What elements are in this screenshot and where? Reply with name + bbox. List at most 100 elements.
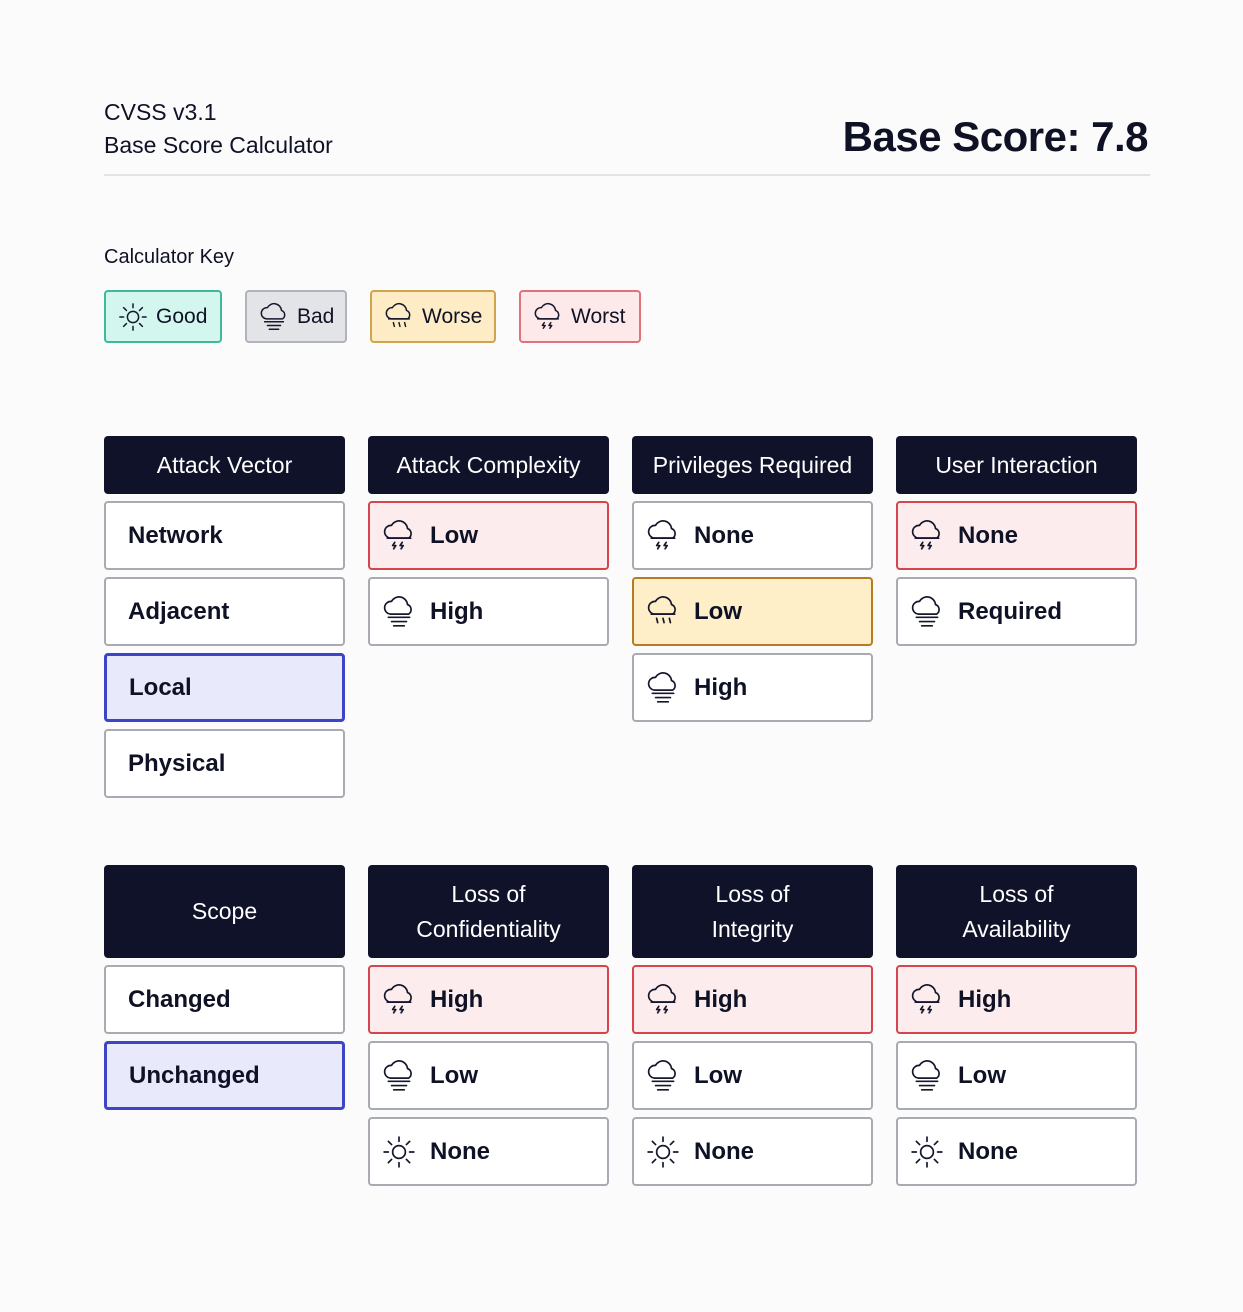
key-worse-label: Worse [422, 304, 483, 328]
option-none[interactable]: None [632, 501, 873, 570]
option-label: None [430, 1137, 490, 1165]
option-label: None [958, 1137, 1018, 1165]
option-label: High [430, 597, 484, 625]
metric-user-interaction: User Interaction None Required [896, 436, 1137, 646]
key-worse-chip: Worse [370, 290, 496, 343]
key-bad-label: Bad [297, 304, 335, 328]
metric-heading-line2: Availability [962, 915, 1071, 942]
option-label: Low [430, 521, 478, 549]
metric-heading: Loss of Availability [896, 865, 1137, 958]
metric-confidentiality: Loss of Confidentiality High Low None [368, 865, 609, 1186]
option-label: High [694, 673, 748, 701]
option-changed[interactable]: Changed [104, 965, 345, 1034]
option-high[interactable]: High [896, 965, 1137, 1034]
metric-heading: Attack Vector [104, 436, 345, 494]
metric-heading-line1: Loss of [715, 880, 790, 907]
metric-integrity: Loss of Integrity High Low None [632, 865, 873, 1186]
option-label: Adjacent [128, 597, 230, 625]
cloud-storm-icon [910, 983, 944, 1017]
option-none[interactable]: None [896, 501, 1137, 570]
option-label: High [958, 985, 1012, 1013]
option-label: Local [129, 673, 192, 701]
key-good-chip: Good [104, 290, 222, 343]
option-low[interactable]: Low [368, 1041, 609, 1110]
cloud-fog-icon [646, 671, 680, 705]
sun-icon [118, 302, 148, 332]
metric-privileges-required: Privileges Required None Low High [632, 436, 873, 722]
cloud-storm-icon [382, 983, 416, 1017]
cloud-storm-icon [382, 519, 416, 553]
metric-heading: Loss of Confidentiality [368, 865, 609, 958]
metric-heading: User Interaction [896, 436, 1137, 494]
cloud-rain-icon [646, 595, 680, 629]
metric-heading: Loss of Integrity [632, 865, 873, 958]
sun-icon [646, 1135, 680, 1169]
option-high[interactable]: High [632, 965, 873, 1034]
sun-icon [910, 1135, 944, 1169]
option-label: Physical [128, 749, 226, 777]
option-low[interactable]: Low [368, 501, 609, 570]
option-label: High [694, 985, 748, 1013]
option-label: Changed [128, 985, 231, 1013]
option-high[interactable]: High [368, 577, 609, 646]
option-label: Low [694, 1061, 742, 1089]
key-good-label: Good [156, 304, 208, 328]
app-title: CVSS v3.1 Base Score Calculator [104, 96, 333, 162]
key-worst-label: Worst [571, 304, 626, 328]
key-worst-chip: Worst [519, 290, 641, 343]
option-low[interactable]: Low [896, 1041, 1137, 1110]
option-high[interactable]: High [368, 965, 609, 1034]
option-unchanged[interactable]: Unchanged [104, 1041, 345, 1110]
option-label: Unchanged [129, 1061, 260, 1089]
app-title-line2: Base Score Calculator [104, 132, 333, 158]
option-high[interactable]: High [632, 653, 873, 722]
cloud-rain-icon [384, 302, 414, 332]
option-low[interactable]: Low [632, 1041, 873, 1110]
option-none[interactable]: None [368, 1117, 609, 1186]
option-label: Low [694, 597, 742, 625]
cloud-fog-icon [382, 1059, 416, 1093]
option-physical[interactable]: Physical [104, 729, 345, 798]
app-title-line1: CVSS v3.1 [104, 99, 217, 125]
cloud-storm-icon [646, 519, 680, 553]
option-label: Low [958, 1061, 1006, 1089]
metric-heading: Scope [104, 865, 345, 958]
option-label: None [694, 1137, 754, 1165]
metric-attack-vector: Attack Vector Network Adjacent Local Phy… [104, 436, 345, 798]
option-label: High [430, 985, 484, 1013]
metric-scope: Scope Changed Unchanged [104, 865, 345, 1110]
base-score: Base Score: 7.8 [842, 113, 1149, 160]
metric-attack-complexity: Attack Complexity Low High [368, 436, 609, 646]
cloud-fog-icon [646, 1059, 680, 1093]
metric-heading: Attack Complexity [368, 436, 609, 494]
option-label: Network [128, 521, 223, 549]
metric-heading-line2: Integrity [711, 915, 794, 942]
sun-icon [382, 1135, 416, 1169]
option-required[interactable]: Required [896, 577, 1137, 646]
cloud-storm-icon [910, 519, 944, 553]
cloud-fog-icon [910, 595, 944, 629]
cloud-fog-icon [910, 1059, 944, 1093]
cloud-fog-icon [259, 302, 289, 332]
cloud-fog-icon [382, 595, 416, 629]
option-label: Low [430, 1061, 478, 1089]
page-header: CVSS v3.1 Base Score Calculator Base Sco… [104, 96, 1150, 176]
option-adjacent[interactable]: Adjacent [104, 577, 345, 646]
option-local[interactable]: Local [104, 653, 345, 722]
option-label: Required [958, 597, 1063, 625]
cloud-storm-icon [646, 983, 680, 1017]
metric-heading-line2: Confidentiality [416, 915, 561, 942]
option-label: None [694, 521, 754, 549]
option-none[interactable]: None [896, 1117, 1137, 1186]
metric-availability: Loss of Availability High Low None [896, 865, 1137, 1186]
metric-heading-line1: Loss of [979, 880, 1054, 907]
metric-heading: Privileges Required [632, 436, 873, 494]
calculator-key-heading: Calculator Key [104, 246, 235, 268]
key-bad-chip: Bad [245, 290, 347, 343]
option-network[interactable]: Network [104, 501, 345, 570]
option-label: None [958, 521, 1018, 549]
cloud-storm-icon [533, 302, 563, 332]
option-none[interactable]: None [632, 1117, 873, 1186]
option-low[interactable]: Low [632, 577, 873, 646]
metric-heading-line1: Loss of [451, 880, 526, 907]
